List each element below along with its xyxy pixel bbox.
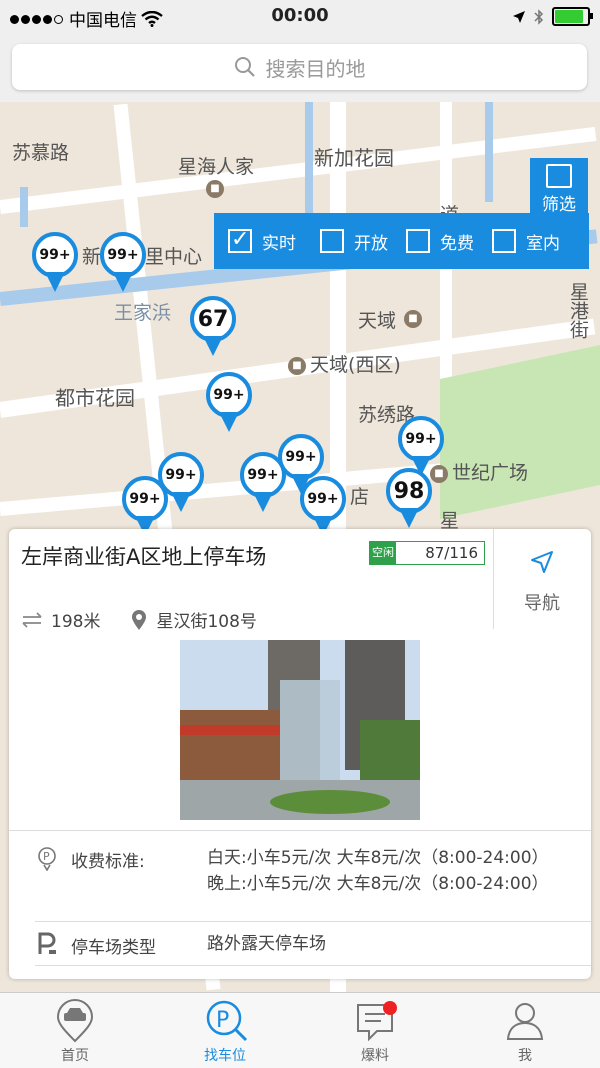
- tab-label: 爆料: [361, 1048, 389, 1064]
- poi-icon: ■: [404, 310, 422, 328]
- fee-value: 白天:小车5元/次 大车8元/次（8:00-24:00） 晚上:小车5元/次 大…: [207, 848, 549, 894]
- status-time: 00:00: [271, 5, 329, 26]
- map-label-text: 世纪广场: [452, 462, 529, 484]
- lot-name: 左岸商业街A区地上停车场: [21, 545, 267, 569]
- parking-pin[interactable]: 98: [386, 468, 432, 532]
- parking-pin[interactable]: 99+: [240, 452, 286, 516]
- parking-search-icon: P: [206, 1000, 248, 1042]
- map-label: 苏慕路: [12, 142, 70, 164]
- lot-photo: [180, 640, 420, 820]
- map-label: ■ 世纪广场: [430, 458, 528, 485]
- search-icon: [234, 57, 255, 77]
- battery-icon: [552, 7, 593, 26]
- status-right: [512, 7, 593, 26]
- tab-home[interactable]: 首页: [0, 993, 150, 1068]
- availability-badge: 空闲 87/116: [369, 541, 485, 565]
- svg-text:P: P: [216, 1008, 229, 1033]
- divider: [9, 830, 591, 831]
- filter-option-indoor[interactable]: 室内: [492, 229, 560, 254]
- filter-option-label: 实时: [262, 233, 296, 254]
- map-label: 新: [82, 246, 102, 268]
- filter-button[interactable]: 筛选: [530, 158, 588, 215]
- poi-icon: ■: [288, 356, 306, 375]
- person-icon: [506, 1003, 544, 1040]
- map-label: 里中心: [145, 246, 203, 268]
- notification-badge: [383, 1001, 397, 1015]
- lot-meta: 198米 星汉街108号: [21, 607, 257, 632]
- poi-icon: ■: [206, 180, 224, 198]
- filter-option-label: 室内: [526, 233, 560, 254]
- navigate-button[interactable]: 导航: [506, 549, 578, 615]
- distance-icon: [22, 611, 42, 628]
- navigate-label: 导航: [524, 593, 560, 614]
- tab-find-parking[interactable]: P 找车位: [150, 993, 300, 1068]
- filter-option-label: 免费: [440, 233, 474, 254]
- filter-option-label: 开放: [354, 233, 388, 254]
- tab-me[interactable]: 我: [450, 993, 600, 1068]
- tab-label: 首页: [61, 1048, 89, 1064]
- bluetooth-icon: [534, 8, 544, 25]
- parking-pin[interactable]: 99+: [100, 232, 146, 296]
- tab-label: 我: [518, 1048, 532, 1064]
- divider: [35, 921, 591, 922]
- checkbox-icon: [228, 227, 252, 253]
- filter-icon: [546, 164, 572, 188]
- location-pin-icon: [132, 609, 147, 630]
- search-input[interactable]: 搜索目的地: [12, 44, 587, 90]
- location-arrow-icon: [513, 10, 525, 23]
- distance-text: 198米: [51, 612, 101, 632]
- filter-button-label: 筛选: [542, 195, 576, 215]
- status-tag: 空闲: [370, 542, 396, 564]
- parking-detail-card: 左岸商业街A区地上停车场 空闲 87/116 导航 198米 星汉街108号 P…: [9, 529, 591, 979]
- map-label: 新加花园: [314, 146, 394, 170]
- map-label-text: 天域(西区): [310, 354, 401, 376]
- parking-type-icon: [38, 932, 56, 954]
- divider: [35, 965, 591, 966]
- type-value: 路外露天停车场: [207, 934, 326, 954]
- filter-option-open[interactable]: 开放: [320, 229, 388, 254]
- car-icon: [56, 999, 94, 1043]
- parking-pin[interactable]: 99+: [32, 232, 78, 296]
- map-label: 星港街: [567, 282, 589, 339]
- map-label: 都市花园: [55, 386, 135, 410]
- checkbox-icon: [320, 229, 344, 253]
- map-label: 王家浜: [114, 302, 172, 324]
- address-text: 星汉街108号: [156, 612, 257, 632]
- map-label: 星海人家: [178, 156, 255, 178]
- filter-option-free[interactable]: 免费: [406, 229, 474, 254]
- filter-bar: 实时 开放 免费 室内: [214, 213, 589, 269]
- fee-icon: P: [38, 847, 56, 871]
- divider: [493, 529, 494, 629]
- tab-label: 找车位: [204, 1048, 246, 1064]
- filter-option-realtime[interactable]: 实时: [228, 227, 296, 254]
- map-label: 天域: [358, 310, 397, 332]
- tab-report[interactable]: 爆料: [300, 993, 450, 1068]
- availability-count: 87/116: [425, 544, 478, 562]
- navigate-icon: [531, 551, 553, 573]
- parking-pin[interactable]: 67: [190, 296, 236, 360]
- map-label: ■ 天域(西区): [288, 350, 401, 377]
- search-placeholder: 搜索目的地: [265, 56, 366, 81]
- parking-pin[interactable]: 99+: [206, 372, 252, 436]
- tab-bar: 首页 P 找车位 爆料 我: [0, 992, 600, 1068]
- map-label: 店: [350, 486, 370, 508]
- svg-text:P: P: [43, 850, 50, 863]
- fee-label: 收费标准:: [71, 852, 145, 872]
- checkbox-icon: [406, 229, 430, 253]
- checkbox-icon: [492, 229, 516, 253]
- type-label: 停车场类型: [71, 938, 156, 958]
